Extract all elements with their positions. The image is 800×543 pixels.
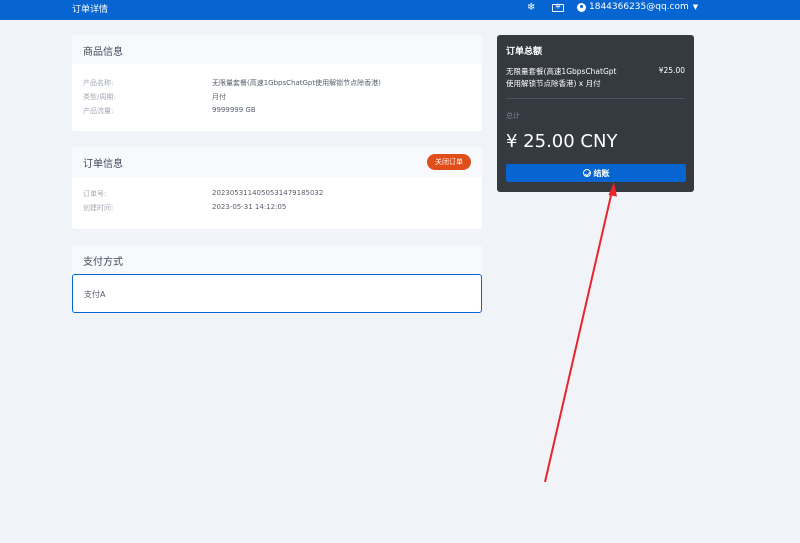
checkout-button[interactable]: 结账 [506,164,686,182]
summary-item-line2: 使用解锁节点除香港) x 月付 [506,79,601,88]
created-time-value: 2023-05-31 14:12:05 [212,203,287,211]
order-info-heading: 订单信息 [83,159,123,170]
summary-divider [506,98,685,99]
order-number-value: 2023053114050531479185032 [212,189,324,197]
user-menu[interactable]: 1844366235@qq.com ▼ [577,2,698,12]
product-cycle-label: 类型/周期: [83,93,116,101]
product-name-value: 无限量套餐(高速1GbpsChatGpt使用解锁节点除香港) [212,79,381,87]
user-email: 1844366235@qq.com [589,2,689,12]
payment-method-card: 支付方式 支付A [72,245,482,313]
product-traffic-label: 产品流量: [83,107,114,115]
check-circle-icon [582,169,591,177]
order-summary-card: 订单总额 无限量套餐(高速1GbpsChatGpt 使用解锁节点除香港) x 月… [497,35,694,192]
summary-title: 订单总额 [506,47,543,57]
total-label: 总计 [506,112,520,120]
settings-icon[interactable]: ❄ [527,2,535,13]
payment-method-header: 支付方式 [72,245,482,274]
summary-item: 无限量套餐(高速1GbpsChatGpt 使用解锁节点除香港) x 月付 [506,66,656,90]
order-info-card: 订单信息 关闭订单 订单号: 2023053114050531479185032… [72,147,482,229]
payment-option-a[interactable]: 支付A [72,274,482,313]
arrow-shaft [544,190,613,483]
product-info-heading: 商品信息 [83,47,123,58]
product-name-label: 产品名称: [83,79,114,87]
chevron-down-icon: ▼ [692,3,699,11]
payment-method-heading: 支付方式 [83,257,123,268]
order-info-header: 订单信息 关闭订单 [72,147,482,177]
product-info-header: 商品信息 [72,35,482,64]
close-order-button[interactable]: 关闭订单 [427,154,471,170]
total-amount: ¥ 25.00 CNY [506,131,618,152]
product-cycle-value: 月付 [212,93,226,101]
created-time-label: 创建时间: [83,204,114,212]
summary-item-price: ¥25.00 [658,66,685,75]
user-icon [577,2,586,12]
summary-item-line1: 无限量套餐(高速1GbpsChatGpt [506,67,617,76]
product-info-card: 商品信息 产品名称: 无限量套餐(高速1GbpsChatGpt使用解锁节点除香港… [72,35,482,131]
checkout-label: 结账 [593,168,610,178]
top-bar: 订单详情 ❄ 中 1844366235@qq.com ▼ [0,0,800,20]
page-title: 订单详情 [72,5,109,15]
language-icon[interactable]: 中 [552,4,564,12]
payment-option-label: 支付A [84,290,106,299]
order-number-label: 订单号: [83,190,107,198]
product-traffic-value: 9999999 GB [212,106,256,114]
